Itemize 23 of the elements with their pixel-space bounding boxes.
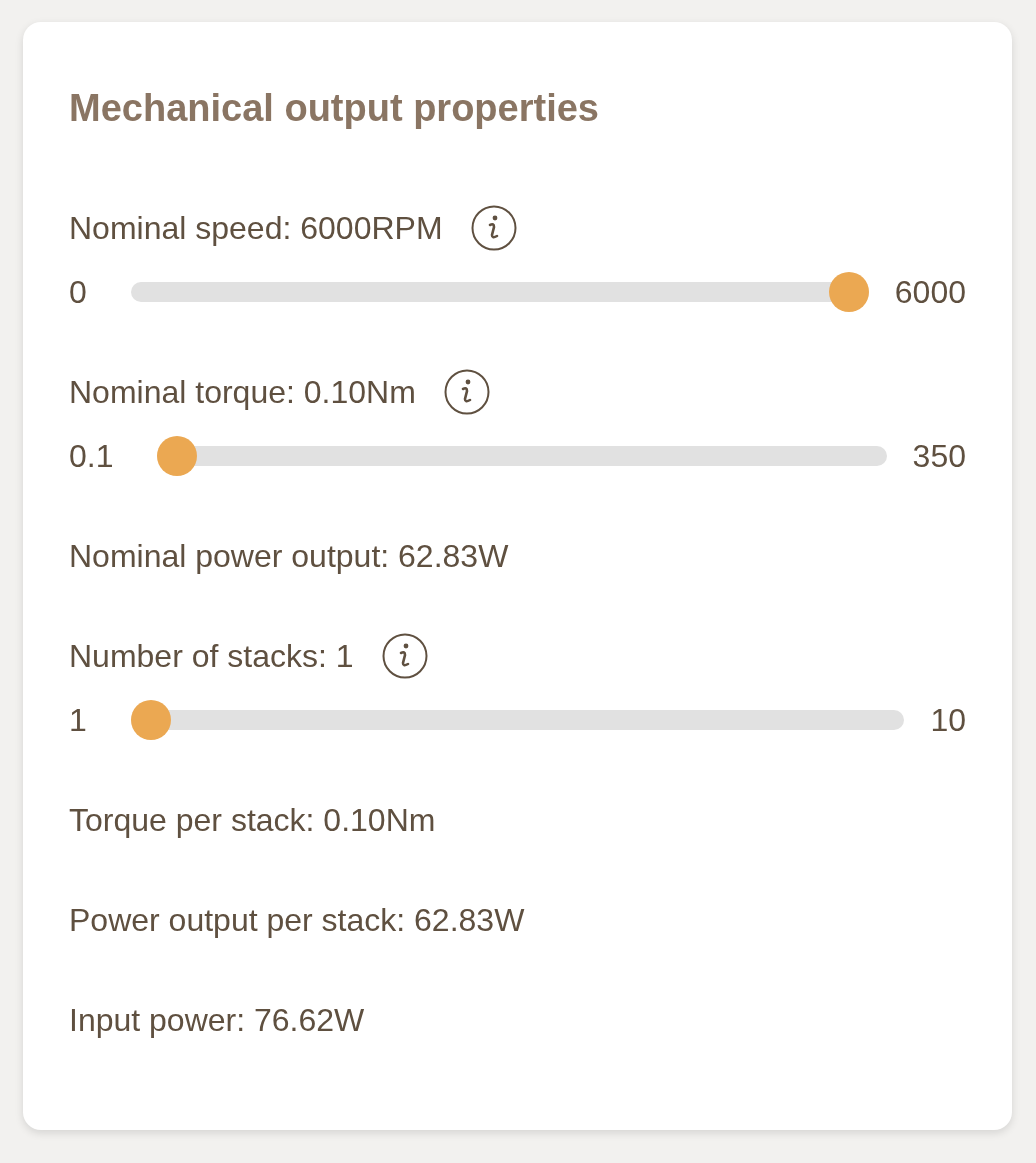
info-icon[interactable] [443,369,490,415]
slider-thumb[interactable] [828,272,869,312]
property-label: Number of stacks: 1 [69,637,354,676]
section-title: Mechanical output properties [69,86,600,131]
info-icon[interactable] [470,205,517,251]
info-icon[interactable] [381,633,428,679]
slider[interactable] [130,272,869,312]
slider-thumb[interactable] [130,700,171,740]
property-label: Nominal torque: 0.10Nm [69,373,416,412]
slider-max-label: 6000 [894,273,966,311]
slider-max-label: 10 [930,701,966,739]
slider[interactable] [130,700,905,740]
slider-min-label: 1 [69,701,87,739]
property-label: Input power: 76.62W [69,1001,365,1040]
property-label: Nominal power output: 62.83W [69,537,509,576]
property-label: Nominal speed: 6000RPM [69,209,443,248]
slider-min-label: 0 [69,273,87,311]
slider-min-label: 0.1 [69,437,114,475]
property-label: Torque per stack: 0.10Nm [69,801,436,840]
slider[interactable] [157,436,887,476]
slider-max-label: 350 [912,437,966,475]
slider-thumb[interactable] [157,436,198,476]
property-label: Power output per stack: 62.83W [69,901,525,940]
